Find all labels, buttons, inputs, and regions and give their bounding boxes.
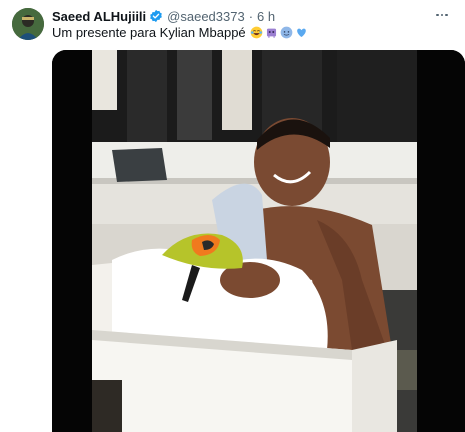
sweat-emoji-icon <box>280 26 293 39</box>
tweet-text: Um presente para Kylian Mbappé <box>52 25 308 40</box>
video-thumbnail <box>52 50 465 432</box>
verified-badge-icon <box>149 9 163 23</box>
avatar[interactable] <box>12 8 44 40</box>
tweet-text-content: Um presente para Kylian Mbappé <box>52 25 246 40</box>
alien-monster-emoji-icon <box>265 26 278 39</box>
separator-dot: · <box>248 8 254 24</box>
emoji-group <box>250 26 308 39</box>
laughing-crying-emoji-icon <box>250 26 263 39</box>
tweet-card[interactable]: Saeed ALHujiili @saeed3373 · 6 h Um pres… <box>0 0 465 432</box>
timestamp[interactable]: 6 h <box>257 9 275 24</box>
author-name[interactable]: Saeed ALHujiili <box>52 9 146 24</box>
tweet-header: Saeed ALHujiili @saeed3373 · 6 h <box>52 7 275 25</box>
more-options-icon[interactable] <box>433 6 451 24</box>
video-player[interactable] <box>52 50 465 432</box>
author-handle[interactable]: @saeed3373 <box>167 9 245 24</box>
blue-heart-emoji-icon <box>295 26 308 39</box>
avatar-image <box>12 8 44 40</box>
